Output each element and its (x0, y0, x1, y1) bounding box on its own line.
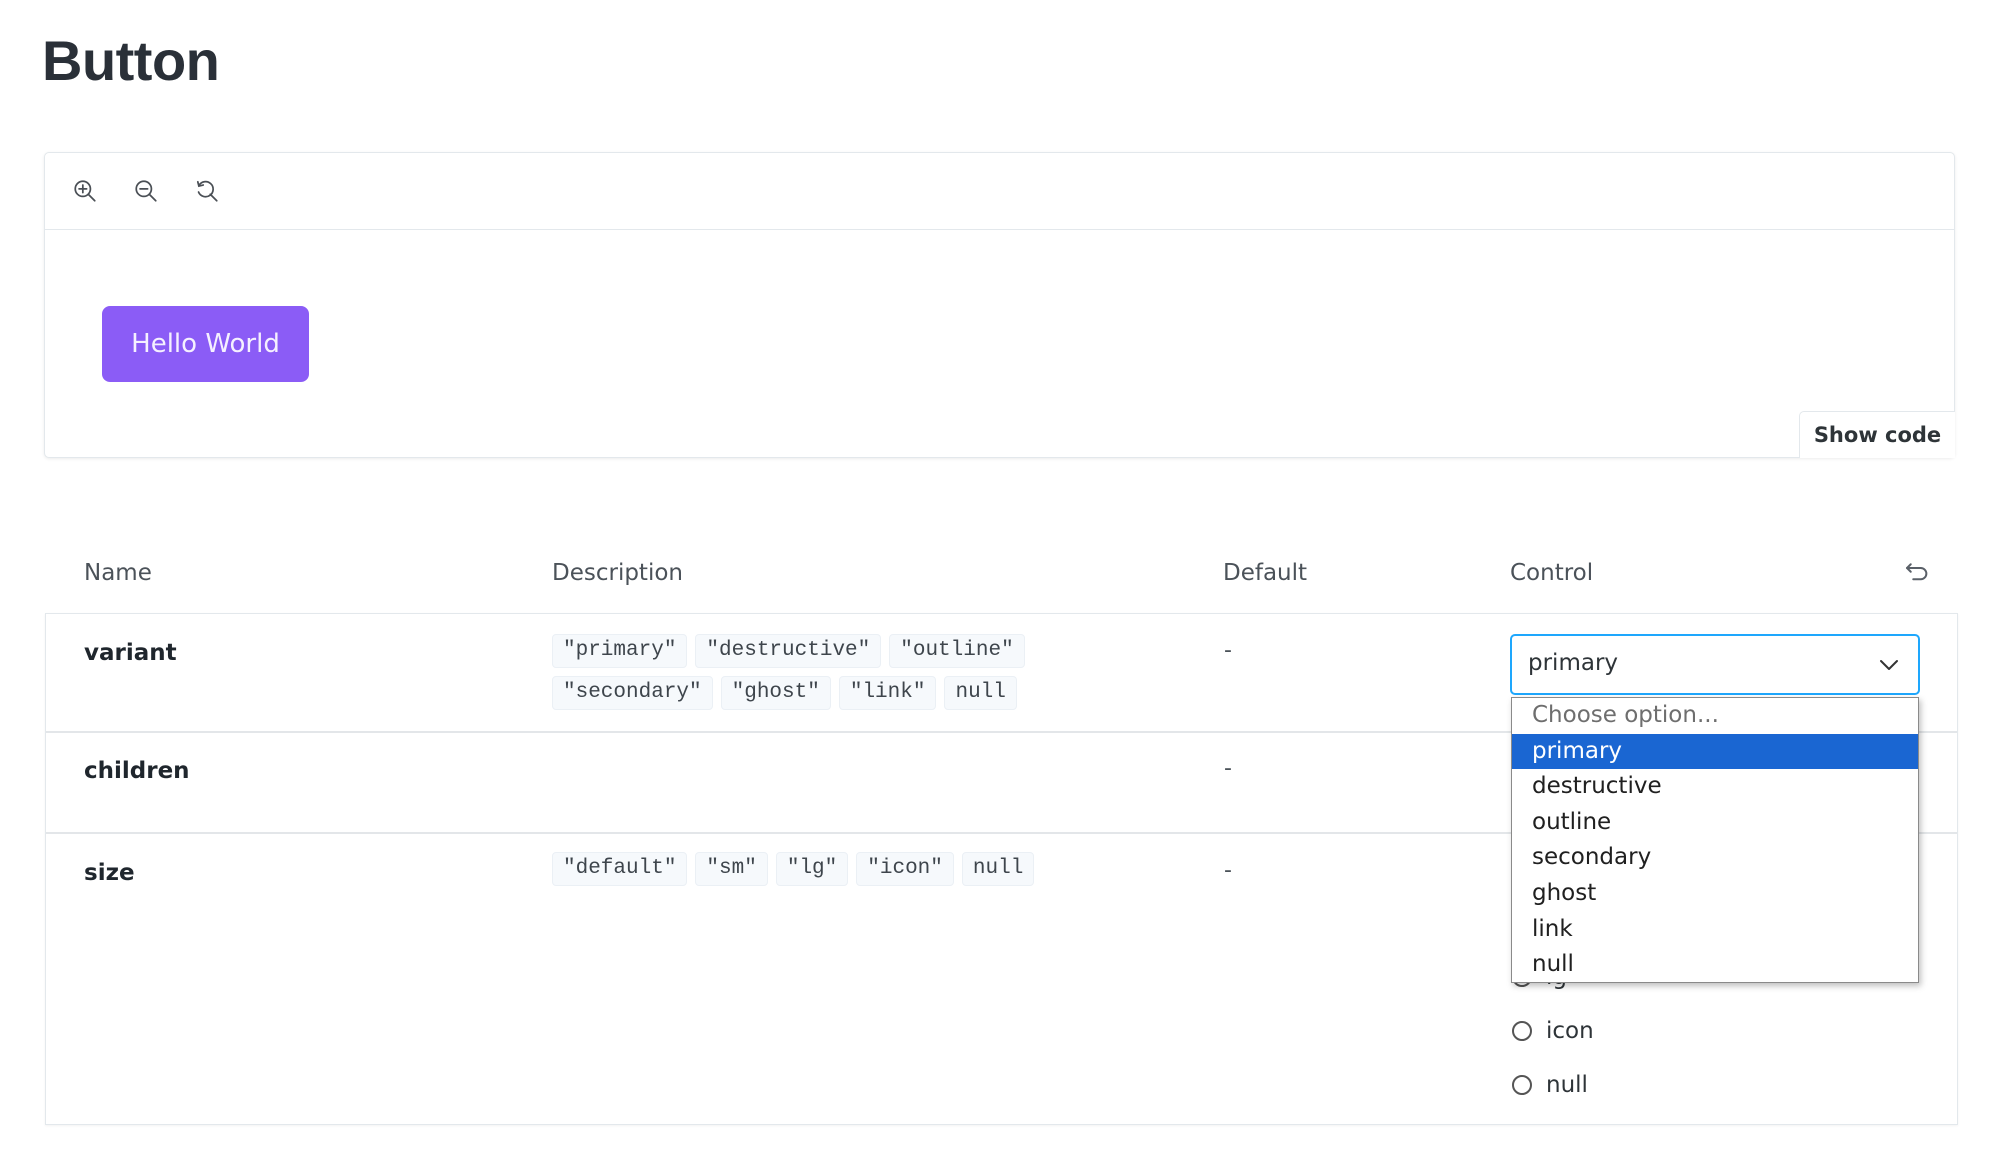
zoom-out-button[interactable] (129, 174, 163, 208)
page-title: Button (42, 29, 220, 92)
type-chip: null (944, 676, 1017, 710)
type-chip: "primary" (552, 634, 688, 668)
variant-description: "primary" "destructive" "outline" "secon… (552, 634, 1072, 710)
hello-world-button[interactable]: Hello World (102, 306, 309, 382)
dropdown-option[interactable]: secondary (1512, 840, 1918, 876)
preview-canvas: Hello World Show code (44, 152, 1955, 458)
prop-name-variant: variant (84, 640, 177, 666)
prop-name-size: size (84, 860, 135, 886)
dropdown-option[interactable]: ghost (1512, 876, 1918, 912)
header-default: Default (1223, 560, 1308, 586)
header-description: Description (552, 560, 683, 586)
default-value-children: - (1224, 756, 1232, 781)
default-value-variant: - (1224, 638, 1232, 663)
type-chip: "sm" (695, 852, 768, 886)
size-radio-icon[interactable]: icon (1512, 1018, 1594, 1044)
variant-dropdown-list: Choose option... primary destructive out… (1511, 697, 1919, 983)
chevron-down-icon (1880, 660, 1898, 670)
undo-icon[interactable] (1902, 558, 1932, 588)
variant-select[interactable]: primary (1510, 634, 1920, 695)
radio-label: null (1546, 1072, 1588, 1098)
dropdown-option[interactable]: null (1512, 947, 1918, 983)
dropdown-option[interactable]: primary (1512, 733, 1918, 770)
size-description: "default" "sm" "lg" "icon" null (552, 852, 1112, 886)
preview-toolbar (45, 153, 1954, 230)
type-chip: "lg" (775, 852, 849, 886)
zoom-in-icon (74, 180, 96, 202)
type-chip: "ghost" (720, 676, 831, 710)
header-name: Name (84, 560, 152, 586)
radio-circle[interactable] (1512, 1021, 1532, 1041)
type-chip: "icon" (856, 852, 954, 886)
type-chip: "link" (838, 676, 937, 710)
type-chip: "secondary" (552, 676, 713, 710)
radio-circle[interactable] (1512, 1075, 1532, 1095)
type-chip: null (961, 852, 1035, 886)
radio-label: icon (1546, 1018, 1594, 1044)
prop-name-children: children (84, 758, 190, 784)
reset-zoom-icon (196, 180, 218, 202)
header-control: Control (1510, 560, 1594, 586)
dropdown-option[interactable]: link (1512, 912, 1918, 948)
type-chip: "default" (552, 852, 688, 886)
show-code-button[interactable]: Show code (1799, 411, 1955, 458)
dropdown-option[interactable]: outline (1512, 805, 1918, 841)
type-chip: "destructive" (695, 634, 882, 668)
dropdown-option-placeholder[interactable]: Choose option... (1512, 698, 1918, 734)
type-chip: "outline" (889, 634, 1025, 668)
reset-zoom-button[interactable] (190, 174, 224, 208)
default-value-size: - (1224, 858, 1232, 883)
select-value: primary (1528, 650, 1619, 676)
dropdown-option[interactable]: destructive (1512, 769, 1918, 805)
zoom-in-button[interactable] (68, 174, 102, 208)
zoom-out-icon (135, 180, 157, 202)
size-radio-null[interactable]: null (1512, 1072, 1588, 1098)
